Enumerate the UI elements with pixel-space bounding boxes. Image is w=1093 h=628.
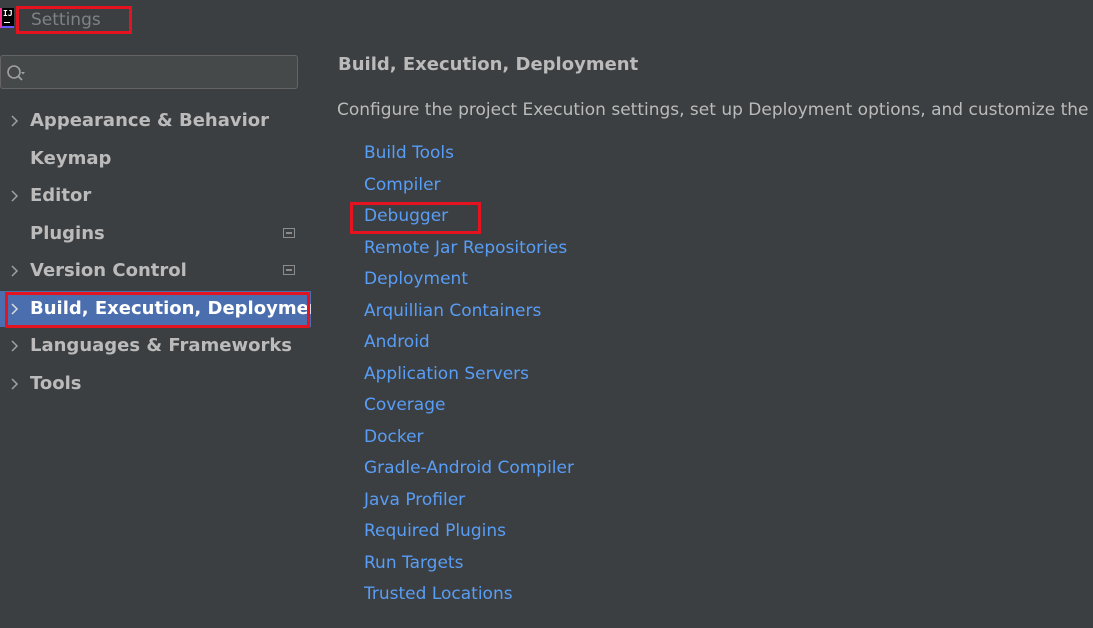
sidebar-item-build-execution-deployment[interactable]: Build, Execution, Deployment <box>0 291 330 327</box>
chevron-right-icon[interactable] <box>9 328 21 364</box>
project-settings-icon <box>283 228 295 238</box>
chevron-right-icon[interactable] <box>9 366 21 402</box>
window-title: Settings <box>16 6 132 34</box>
link-deployment[interactable]: Deployment <box>364 267 468 291</box>
link-build-tools[interactable]: Build Tools <box>364 141 454 165</box>
link-run-targets[interactable]: Run Targets <box>364 551 463 575</box>
link-remote-jar-repositories[interactable]: Remote Jar Repositories <box>364 236 567 260</box>
intellij-app-icon: IJ <box>0 8 14 28</box>
settings-sidebar: Appearance & Behavior Keymap Editor Plug… <box>0 40 330 628</box>
link-compiler[interactable]: Compiler <box>364 173 441 197</box>
link-debugger[interactable]: Debugger <box>364 204 448 228</box>
sidebar-item-label: Plugins <box>30 223 105 244</box>
sidebar-item-label: Version Control <box>30 260 187 281</box>
search-icon[interactable] <box>6 63 26 83</box>
sidebar-item-keymap[interactable]: Keymap <box>0 141 311 177</box>
sidebar-item-label: Tools <box>30 373 82 394</box>
sidebar-item-label: Editor <box>30 185 92 206</box>
chevron-right-icon[interactable] <box>9 103 21 139</box>
link-trusted-locations[interactable]: Trusted Locations <box>364 582 513 606</box>
project-settings-icon <box>283 265 295 275</box>
page-description: Configure the project Execution settings… <box>337 100 1089 120</box>
sidebar-item-languages-frameworks[interactable]: Languages & Frameworks <box>0 328 311 364</box>
title-bar: IJ Settings <box>0 0 1093 40</box>
sidebar-item-editor[interactable]: Editor <box>0 178 311 214</box>
link-android[interactable]: Android <box>364 330 430 354</box>
sidebar-item-tools[interactable]: Tools <box>0 366 311 402</box>
page-title: Build, Execution, Deployment <box>338 54 639 75</box>
chevron-right-icon[interactable] <box>9 178 21 214</box>
link-gradle-android-compiler[interactable]: Gradle-Android Compiler <box>364 456 574 480</box>
sidebar-item-version-control[interactable]: Version Control <box>0 253 311 289</box>
chevron-right-icon[interactable] <box>9 253 21 289</box>
sidebar-item-label: Appearance & Behavior <box>30 110 270 131</box>
link-arquillian-containers[interactable]: Arquillian Containers <box>364 299 541 323</box>
sidebar-item-label: Build, Execution, Deployment <box>30 298 331 319</box>
sidebar-item-label: Keymap <box>30 148 112 169</box>
sidebar-item-appearance-behavior[interactable]: Appearance & Behavior <box>0 103 311 139</box>
search-input[interactable] <box>31 60 295 86</box>
link-application-servers[interactable]: Application Servers <box>364 362 529 386</box>
search-box[interactable] <box>0 55 298 89</box>
link-java-profiler[interactable]: Java Profiler <box>364 488 465 512</box>
link-coverage[interactable]: Coverage <box>364 393 445 417</box>
settings-content-panel: Build, Execution, Deployment Configure t… <box>311 40 1093 628</box>
link-docker[interactable]: Docker <box>364 425 424 449</box>
chevron-right-icon[interactable] <box>9 291 21 327</box>
sidebar-item-plugins[interactable]: Plugins <box>0 216 311 252</box>
link-required-plugins[interactable]: Required Plugins <box>364 519 506 543</box>
sidebar-item-label: Languages & Frameworks <box>30 335 293 356</box>
